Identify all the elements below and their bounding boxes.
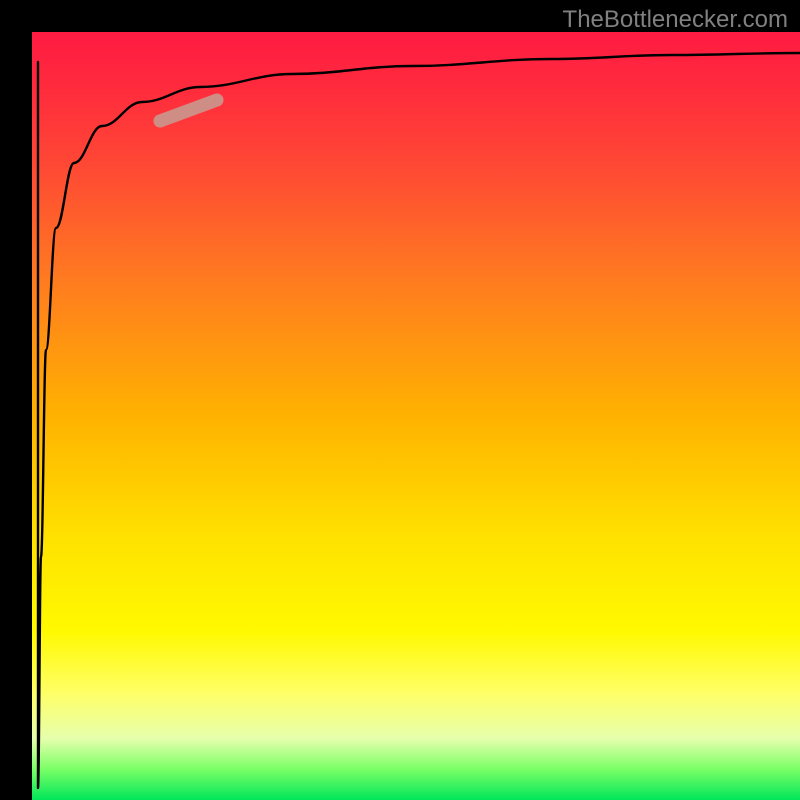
curve-marker: [160, 100, 217, 121]
chart-svg: [32, 32, 800, 800]
bottleneck-curve: [38, 53, 800, 788]
chart-container: [32, 32, 800, 800]
attribution-label: TheBottlenecker.com: [563, 6, 788, 34]
